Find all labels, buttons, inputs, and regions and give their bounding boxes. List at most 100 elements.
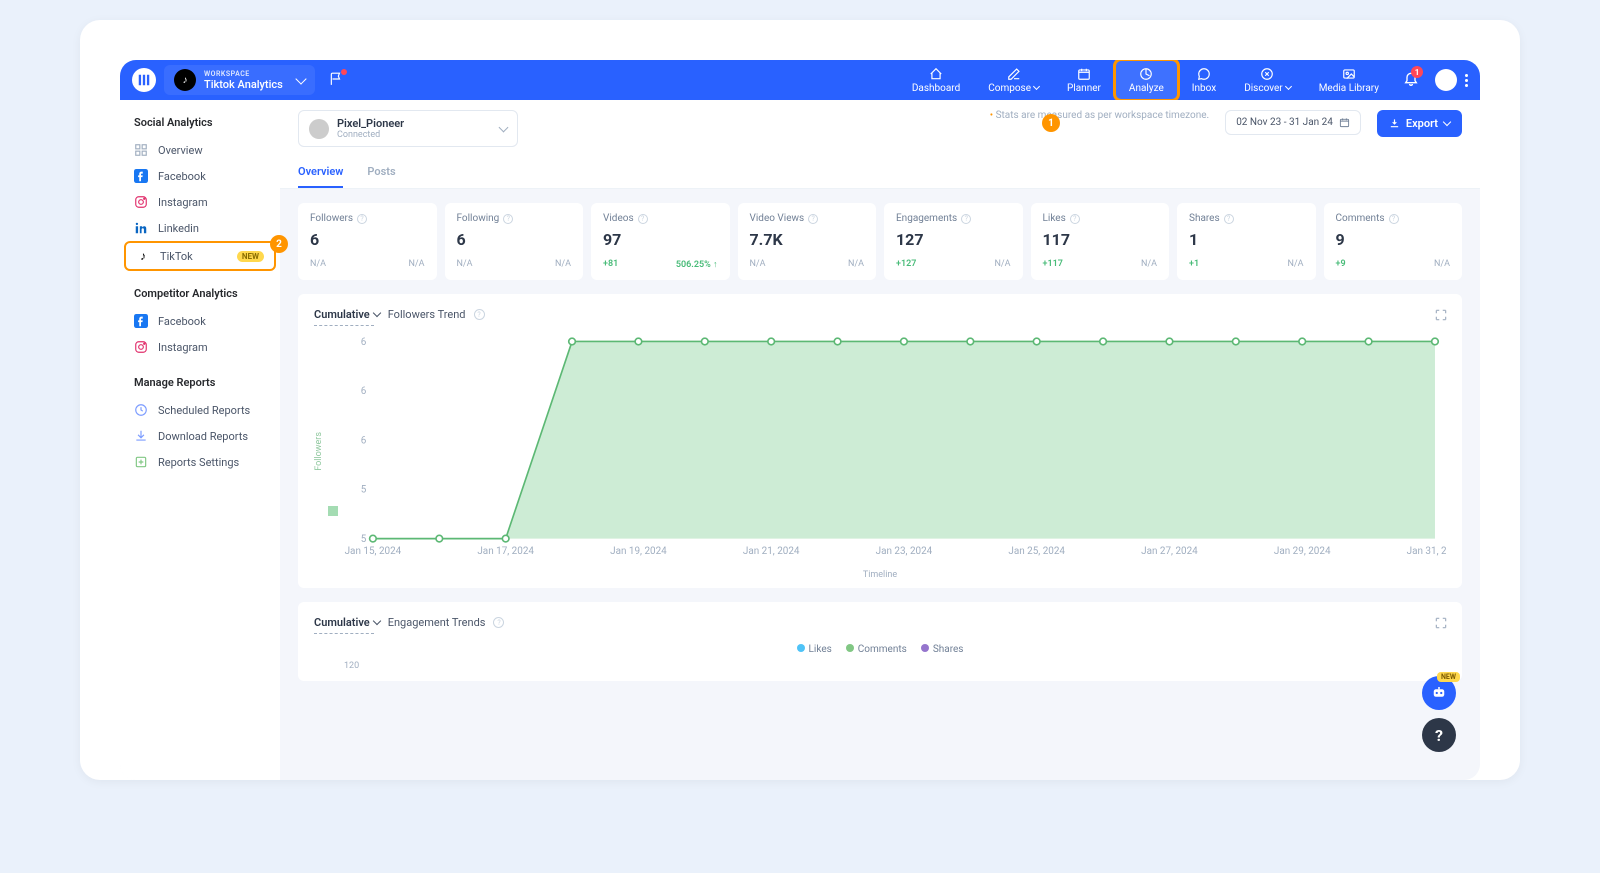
- help-icon[interactable]: ?: [808, 214, 818, 224]
- export-label: Export: [1406, 117, 1438, 130]
- sidebar-item-facebook[interactable]: Facebook: [120, 163, 280, 189]
- chart-mode-selector[interactable]: Cumulative: [314, 308, 380, 321]
- app-logo[interactable]: [132, 68, 156, 92]
- help-button[interactable]: ?: [1422, 718, 1456, 752]
- svg-text:Jan 17, 2024: Jan 17, 2024: [477, 546, 534, 557]
- tab-posts[interactable]: Posts: [367, 157, 395, 188]
- svg-text:6: 6: [361, 337, 367, 348]
- facebook-icon: [134, 169, 148, 183]
- nav-media-library[interactable]: Media Library: [1305, 60, 1393, 100]
- date-range-picker[interactable]: 02 Nov 23 - 31 Jan 24: [1225, 110, 1361, 135]
- dashed-line: [314, 633, 374, 634]
- help-icon[interactable]: ?: [638, 214, 648, 224]
- sidebar-item-linkedin[interactable]: Linkedin: [120, 215, 280, 241]
- help-icon[interactable]: ?: [1389, 214, 1399, 224]
- calendar-icon: [1339, 117, 1350, 128]
- help-icon[interactable]: ?: [474, 309, 485, 320]
- sidebar-item-label: Overview: [158, 144, 203, 157]
- help-icon[interactable]: ?: [1070, 214, 1080, 224]
- sidebar-item-competitor-facebook[interactable]: Facebook: [120, 308, 280, 334]
- stat-label: Following: [457, 213, 500, 224]
- sidebar-item-download-reports[interactable]: Download Reports: [120, 423, 280, 449]
- stat-percent: 506.25% ↑: [676, 259, 718, 270]
- stat-percent: N/A: [994, 259, 1010, 269]
- tiktok-icon: ♪: [174, 69, 196, 91]
- help-icon[interactable]: ?: [1224, 214, 1234, 224]
- sidebar-item-label: Download Reports: [158, 430, 248, 443]
- notification-bell[interactable]: 1: [1403, 70, 1419, 90]
- sidebar-item-competitor-instagram[interactable]: Instagram: [120, 334, 280, 360]
- nav-compose[interactable]: Compose: [974, 60, 1053, 100]
- account-selector[interactable]: Pixel_Pioneer Connected: [298, 110, 518, 147]
- chart-title: Engagement Trends: [388, 616, 486, 629]
- nav-label: Discover: [1244, 83, 1283, 94]
- sidebar-item-scheduled-reports[interactable]: Scheduled Reports: [120, 397, 280, 423]
- stat-value: 117: [1043, 230, 1158, 249]
- sidebar-item-label: Instagram: [158, 196, 208, 209]
- sidebar-item-overview[interactable]: Overview: [120, 137, 280, 163]
- help-icon[interactable]: ?: [961, 214, 971, 224]
- stat-delta: +9: [1336, 259, 1346, 269]
- tabs: Overview Posts: [280, 147, 1480, 189]
- user-avatar[interactable]: [1435, 69, 1457, 91]
- nav-inbox[interactable]: Inbox: [1178, 60, 1230, 100]
- account-bar: Pixel_Pioneer Connected Stats are measur…: [280, 100, 1480, 147]
- chatbot-button[interactable]: NEW: [1422, 676, 1456, 710]
- legend-swatch: [328, 506, 338, 516]
- stat-label: Shares: [1189, 213, 1220, 224]
- nav-dashboard[interactable]: Dashboard: [898, 60, 974, 100]
- stat-value: 7.7K: [750, 230, 865, 249]
- nav-discover[interactable]: Discover: [1230, 60, 1305, 100]
- engagement-trends-card: Cumulative Engagement Trends ? Likes Com…: [298, 602, 1462, 681]
- stat-value: 97: [603, 230, 718, 249]
- sidebar-item-label: TikTok: [160, 250, 193, 263]
- svg-text:6: 6: [361, 386, 367, 397]
- sidebar-item-tiktok[interactable]: ♪ TikTok NEW: [124, 241, 276, 271]
- clock-icon: [134, 403, 148, 417]
- sidebar-item-label: Facebook: [158, 315, 206, 328]
- sidebar: Social Analytics Overview Facebook Insta…: [120, 100, 280, 780]
- sidebar-section-title: Social Analytics: [120, 112, 280, 137]
- stat-card: Engagements ? 127 +127 N/A: [884, 203, 1023, 280]
- help-icon[interactable]: ?: [357, 214, 367, 224]
- new-badge: NEW: [1437, 672, 1460, 682]
- nav-planner[interactable]: Planner: [1053, 60, 1115, 100]
- stat-value: 127: [896, 230, 1011, 249]
- nav-label: Dashboard: [912, 83, 960, 94]
- sidebar-item-instagram[interactable]: Instagram: [120, 189, 280, 215]
- more-menu[interactable]: [1465, 74, 1468, 87]
- tab-overview[interactable]: Overview: [298, 157, 343, 188]
- stat-delta: +127: [896, 259, 916, 269]
- sidebar-item-reports-settings[interactable]: Reports Settings: [120, 449, 280, 475]
- stat-delta: +81: [603, 259, 618, 270]
- svg-text:Jan 29, 2024: Jan 29, 2024: [1274, 546, 1331, 557]
- chart-mode-selector[interactable]: Cumulative: [314, 616, 380, 629]
- stat-label: Likes: [1043, 213, 1066, 224]
- svg-text:Jan 31, 2024: Jan 31, 2024: [1407, 546, 1446, 557]
- stat-card: Video Views ? 7.7K N/A N/A: [738, 203, 877, 280]
- stat-card: Followers ? 6 N/A N/A: [298, 203, 437, 280]
- sidebar-item-label: Facebook: [158, 170, 206, 183]
- stat-delta: N/A: [310, 259, 326, 269]
- instagram-icon: [134, 340, 148, 354]
- chevron-down-icon: [372, 309, 380, 317]
- nav-label: Planner: [1067, 83, 1101, 94]
- stat-label: Video Views: [750, 213, 805, 224]
- legend-dot-likes: [797, 644, 805, 652]
- facebook-icon: [134, 314, 148, 328]
- expand-icon[interactable]: [1434, 616, 1448, 630]
- account-status: Connected: [337, 130, 404, 140]
- help-icon[interactable]: ?: [503, 214, 513, 224]
- workspace-selector[interactable]: ♪ WORKSPACE Tiktok Analytics: [164, 65, 315, 95]
- stat-card: Shares ? 1 +1 N/A: [1177, 203, 1316, 280]
- flag-button[interactable]: [329, 71, 343, 90]
- nav-label: Media Library: [1319, 83, 1379, 94]
- expand-icon[interactable]: [1434, 308, 1448, 322]
- nav-analyze[interactable]: Analyze: [1115, 60, 1178, 100]
- chevron-down-icon: [295, 73, 306, 84]
- stat-card: Videos ? 97 +81 506.25% ↑: [591, 203, 730, 280]
- chart-title: Followers Trend: [388, 308, 466, 321]
- workspace-name: Tiktok Analytics: [204, 78, 283, 91]
- help-icon[interactable]: ?: [493, 617, 504, 628]
- export-button[interactable]: Export: [1377, 110, 1462, 137]
